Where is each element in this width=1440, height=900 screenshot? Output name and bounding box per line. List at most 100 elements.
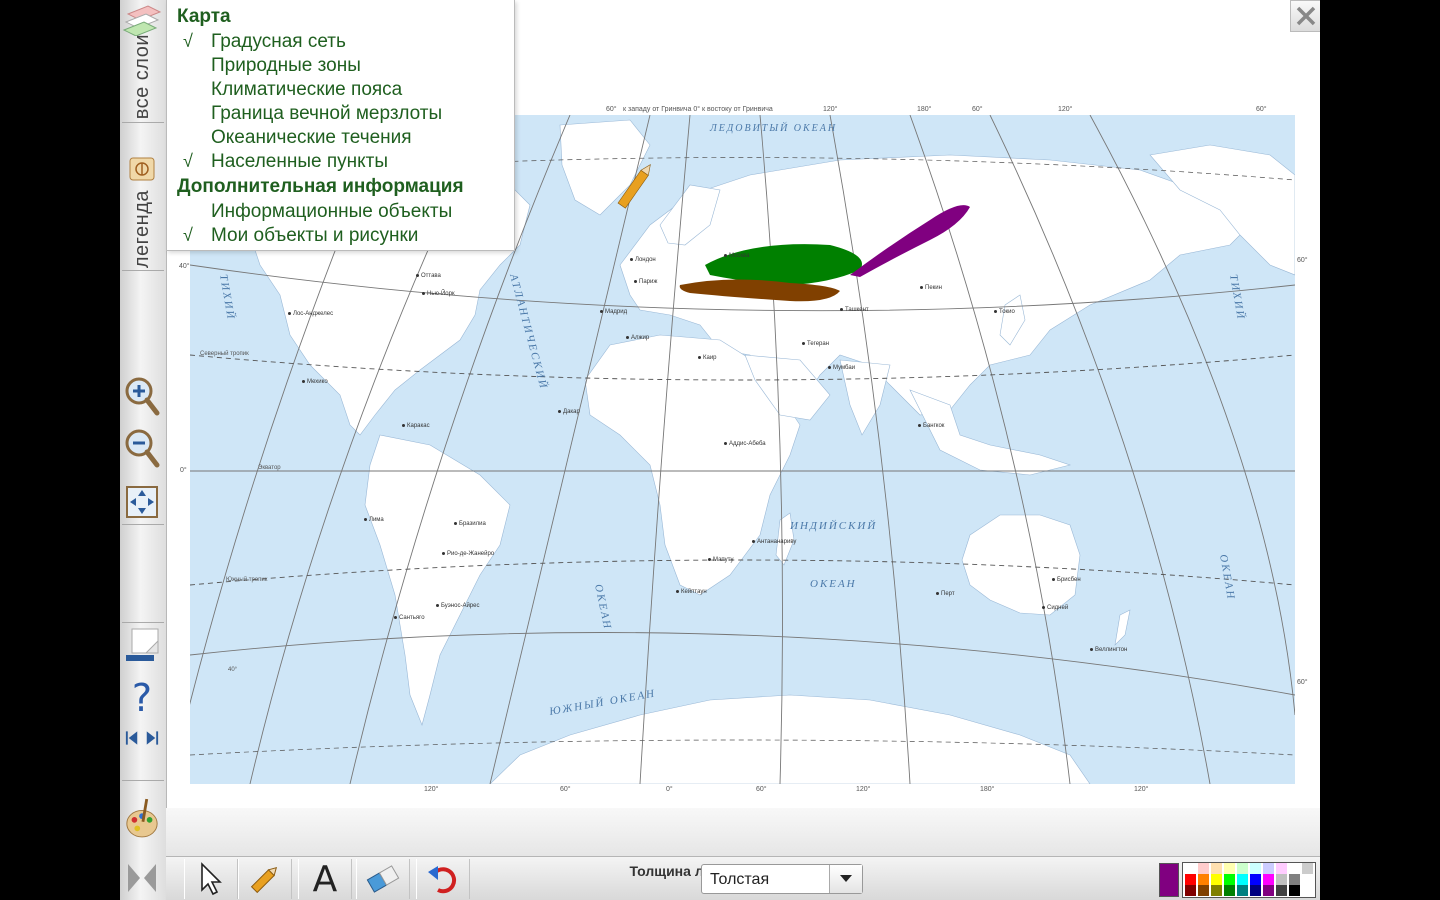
palette-swatch[interactable] <box>1224 863 1235 874</box>
dropdown-toggle[interactable] <box>829 865 862 893</box>
palette-swatch[interactable] <box>1263 874 1274 885</box>
layer-info-objects[interactable]: Информационные объекты <box>211 201 452 223</box>
city-new-york[interactable]: Нью-Йорк <box>422 291 455 297</box>
palette-swatch[interactable] <box>1263 863 1274 874</box>
city-dakar[interactable]: Дакар <box>558 409 580 415</box>
city-caracas[interactable]: Каракас <box>402 423 430 429</box>
check-my-objects[interactable]: √ <box>183 225 193 246</box>
city-perth[interactable]: Перт <box>936 591 955 597</box>
palette-swatch[interactable] <box>1289 885 1300 896</box>
palette-swatch[interactable] <box>1198 885 1209 896</box>
city-london[interactable]: Лондон <box>630 257 656 263</box>
city-lima[interactable]: Лима <box>364 517 384 523</box>
city-tehran[interactable]: Тегеран <box>802 341 829 347</box>
palette-swatch[interactable] <box>1289 874 1300 885</box>
city-moscow[interactable]: Москва <box>724 253 749 259</box>
palette-swatch[interactable] <box>1276 885 1287 896</box>
palette-swatch[interactable] <box>1250 874 1261 885</box>
city-beijing[interactable]: Пекин <box>920 285 942 291</box>
palette-swatch[interactable] <box>1224 885 1235 896</box>
palette-swatch[interactable] <box>1250 863 1261 874</box>
palette-swatch[interactable] <box>1302 885 1313 896</box>
chevron-down-icon <box>840 875 852 882</box>
palette-swatch[interactable] <box>1185 874 1196 885</box>
city-bangkok[interactable]: Бангкок <box>918 423 944 429</box>
palette-swatch[interactable] <box>1224 874 1235 885</box>
page-nav-button[interactable] <box>124 720 160 756</box>
palette-swatch[interactable] <box>1302 874 1313 885</box>
map-application: все слои легенда ? ЛЕДОВИТЫЙ ОКЕАН АТЛАН… <box>120 0 1320 900</box>
fit-map-button[interactable] <box>124 482 160 522</box>
layer-graticule[interactable]: Градусная сеть <box>211 31 346 53</box>
palette-swatch[interactable] <box>1237 874 1248 885</box>
city-santiago[interactable]: Сантьяго <box>394 615 425 621</box>
city-cape-town[interactable]: Кейптаун <box>676 589 707 595</box>
palette-swatch[interactable] <box>1276 863 1287 874</box>
city-algiers[interactable]: Алжир <box>626 335 649 341</box>
city-addis-ababa[interactable]: Аддис-Абеба <box>724 441 766 447</box>
city-mumbai[interactable]: Мумбаи <box>828 365 855 371</box>
palette-swatch[interactable] <box>1302 863 1313 874</box>
city-mexico[interactable]: Мехико <box>302 379 328 385</box>
city-ottawa[interactable]: Оттава <box>416 273 441 279</box>
city-wellington[interactable]: Веллингтон <box>1090 647 1127 653</box>
check-settlements[interactable]: √ <box>183 151 193 172</box>
layer-permafrost[interactable]: Граница вечной мерзлоты <box>211 103 442 125</box>
city-tashkent[interactable]: Ташкент <box>840 307 869 313</box>
layer-climate-belts[interactable]: Климатические пояса <box>211 79 402 101</box>
palette-swatch[interactable] <box>1198 874 1209 885</box>
coord-bottom-120w-2: 120° <box>1134 786 1149 793</box>
legend-tab[interactable]: легенда <box>120 150 164 268</box>
palette-swatch[interactable] <box>1237 863 1248 874</box>
palette-swatch[interactable] <box>1289 863 1300 874</box>
color-palette[interactable] <box>1182 862 1316 898</box>
layer-settlements[interactable]: Населенные пункты <box>211 151 388 173</box>
city-cairo[interactable]: Каир <box>698 355 717 361</box>
zoom-in-button[interactable] <box>124 376 160 416</box>
palette-swatch[interactable] <box>1211 874 1222 885</box>
city-los-angeles[interactable]: Лос-Анджелес <box>288 311 333 317</box>
city-buenos-aires[interactable]: Буэнос-Айрес <box>436 603 479 609</box>
layer-natural-zones[interactable]: Природные зоны <box>211 55 361 77</box>
eraser-tool-button[interactable] <box>356 859 410 899</box>
city-tokyo[interactable]: Токио <box>994 309 1015 315</box>
pencil-icon <box>250 866 278 894</box>
select-tool-button[interactable] <box>184 859 238 899</box>
palette-swatch[interactable] <box>1263 885 1274 896</box>
city-maputo[interactable]: Мапуту <box>708 557 733 563</box>
layer-ocean-currents[interactable]: Океанические течения <box>211 127 412 149</box>
check-grid[interactable]: √ <box>183 31 193 52</box>
city-rio[interactable]: Рио-де-Жанейро <box>442 551 494 557</box>
city-sydney[interactable]: Сидней <box>1042 605 1068 611</box>
city-brisbane[interactable]: Брисбен <box>1052 577 1081 583</box>
collapse-panel-button[interactable] <box>124 858 160 898</box>
palette-swatch[interactable] <box>1185 885 1196 896</box>
city-brasilia[interactable]: Бразилиа <box>454 521 486 527</box>
coord-bottom-60w: 60° <box>560 786 571 793</box>
all-layers-tab[interactable]: все слои <box>120 0 164 120</box>
help-button[interactable]: ? <box>124 676 160 720</box>
close-button[interactable] <box>1290 0 1320 32</box>
line-thickness-select[interactable]: Толстая <box>701 864 863 894</box>
undo-tool-button[interactable] <box>416 859 470 899</box>
city-madrid[interactable]: Мадрид <box>600 309 627 315</box>
palette-swatch[interactable] <box>1276 874 1287 885</box>
palette-swatch[interactable] <box>1237 885 1248 896</box>
palette-button[interactable] <box>124 792 160 844</box>
layers-panel: Карта √ Градусная сеть Природные зоны Кл… <box>166 0 515 251</box>
palette-swatch[interactable] <box>1250 885 1261 896</box>
palette-swatch[interactable] <box>1211 863 1222 874</box>
zoom-out-button[interactable] <box>124 428 160 468</box>
coord-bottom-60e: 60° <box>756 786 767 793</box>
palette-swatch[interactable] <box>1198 863 1209 874</box>
city-paris[interactable]: Париж <box>634 279 657 285</box>
current-color-swatch[interactable] <box>1159 863 1179 897</box>
pencil-tool-button[interactable] <box>238 859 292 899</box>
palette-swatch[interactable] <box>1185 863 1196 874</box>
palette-swatch[interactable] <box>1211 885 1222 896</box>
layer-my-objects[interactable]: Мои объекты и рисунки <box>211 225 418 247</box>
coord-bottom-120w: 120° <box>424 786 439 793</box>
note-button[interactable] <box>124 626 160 666</box>
text-tool-button[interactable]: A <box>298 859 352 900</box>
city-antananarivo[interactable]: Антананариву <box>752 539 796 545</box>
